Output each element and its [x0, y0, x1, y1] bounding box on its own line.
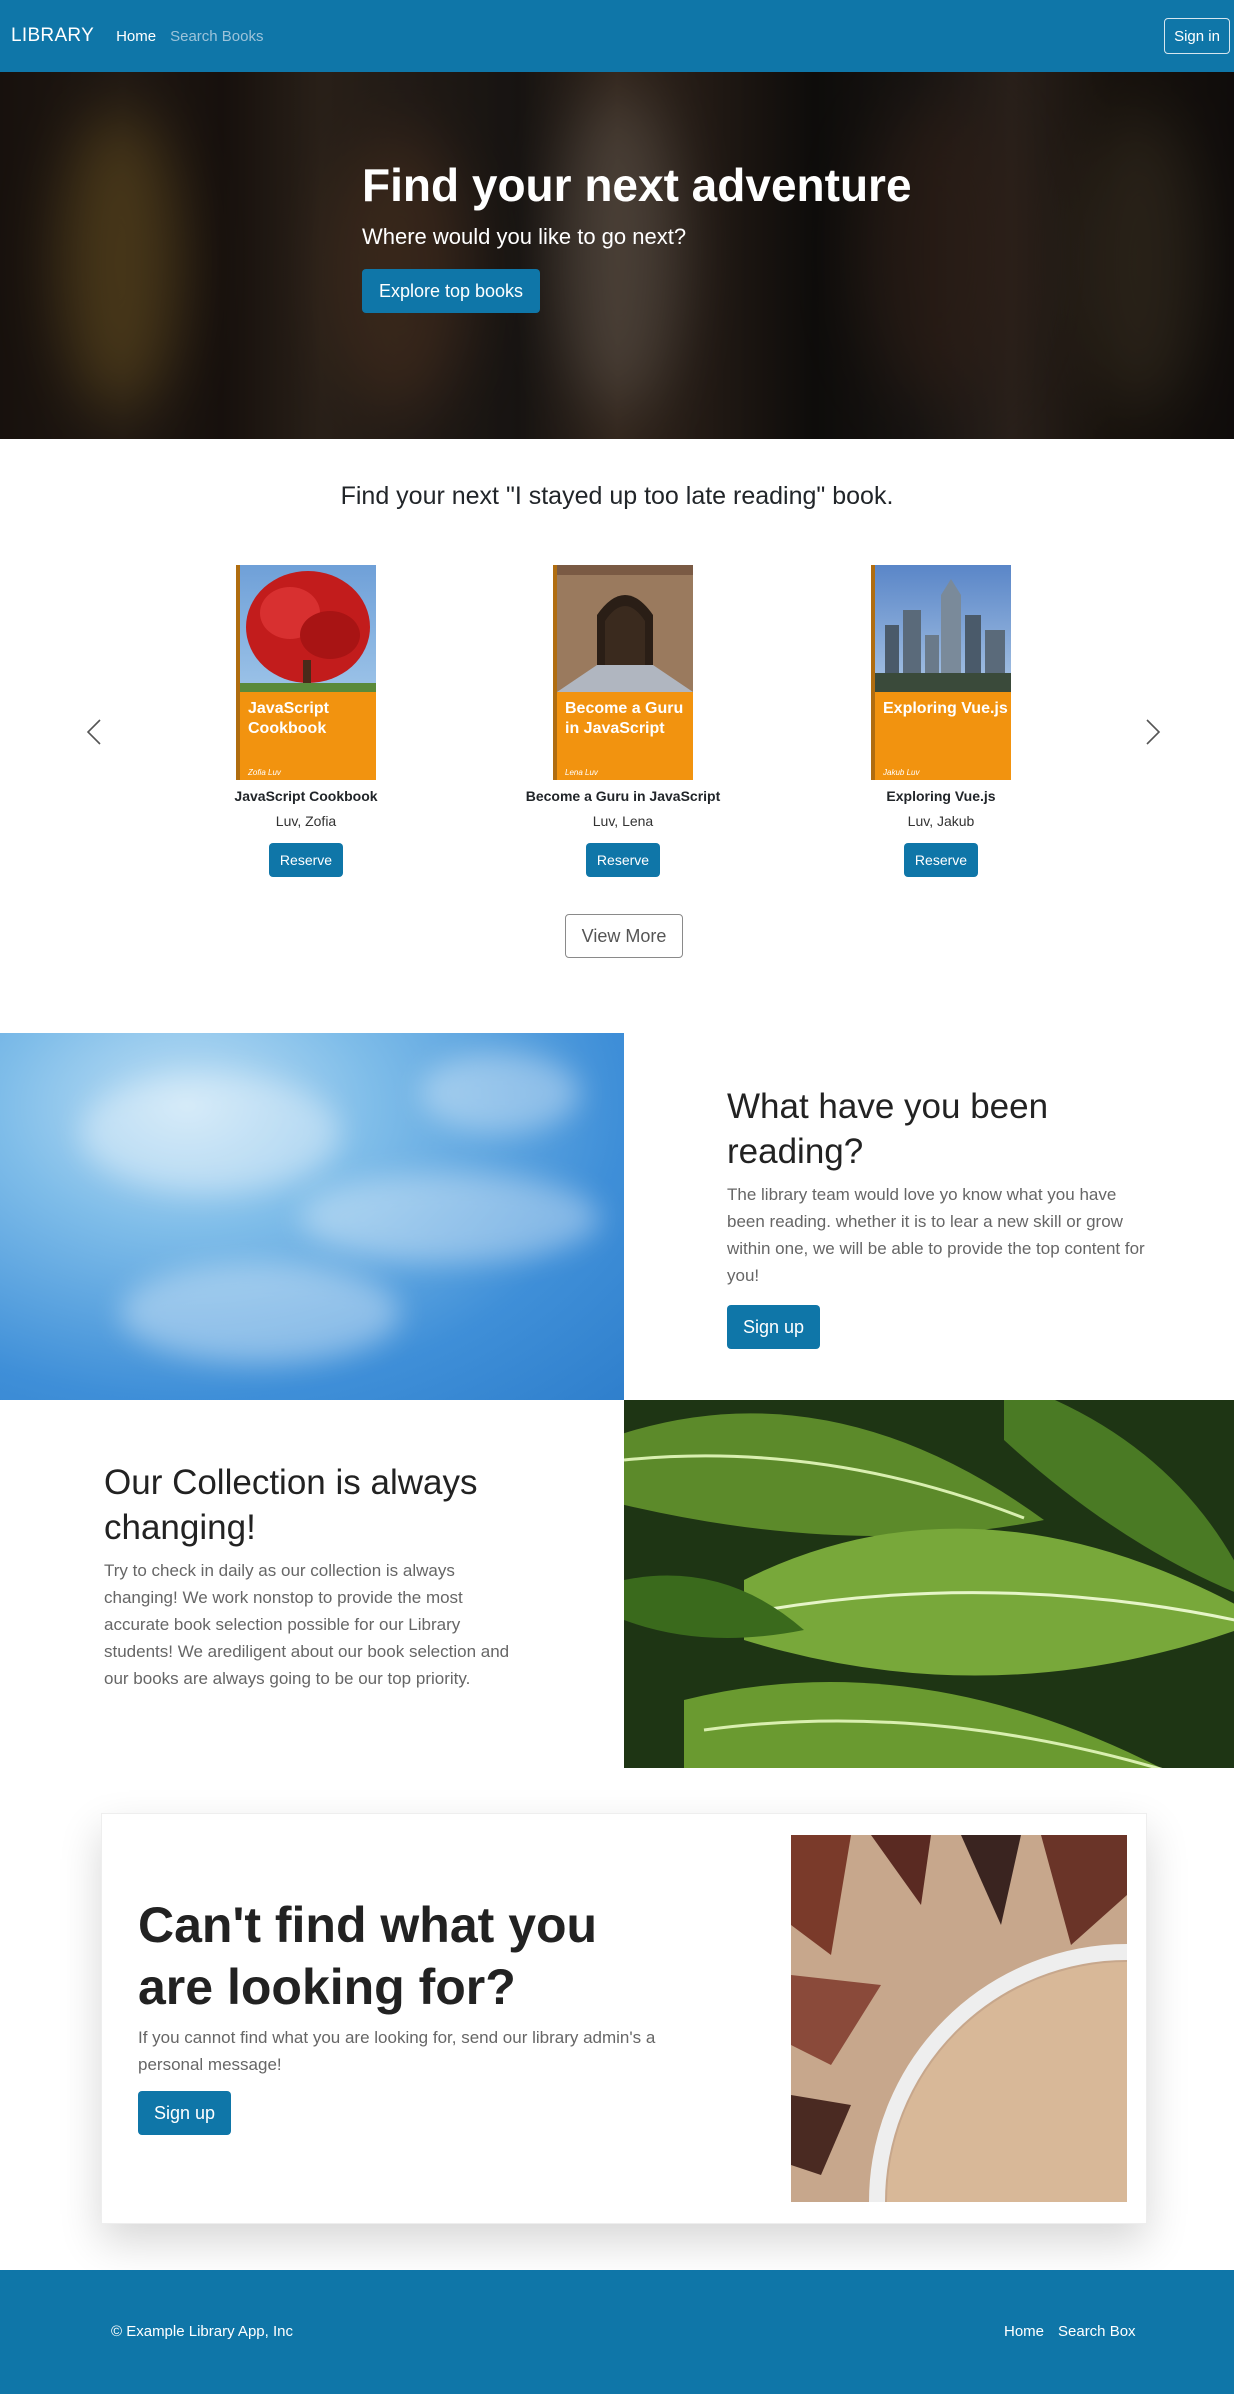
book-title[interactable]: Become a Guru in JavaScript — [498, 788, 748, 804]
book-card: Become a Guru in JavaScript Lena Luv Bec… — [498, 565, 748, 877]
book-author: Luv, Jakub — [907, 813, 975, 829]
page-footer: © Example Library App, Inc Home Search B… — [0, 2270, 1234, 2394]
chevron-left-icon — [86, 719, 101, 745]
copyright-text: © Example Library App, Inc — [111, 2323, 293, 2340]
footer-link-search-box[interactable]: Search Box — [1058, 2323, 1136, 2340]
leaves-illustration — [624, 1400, 1234, 1768]
reserve-button[interactable]: Reserve — [269, 843, 343, 877]
hero-banner: Find your next adventure Where would you… — [0, 72, 1234, 439]
cover-title: Become a Guru in JavaScript — [565, 700, 684, 737]
nav-link-home[interactable]: Home — [116, 28, 156, 45]
brand-logo[interactable]: LIBRARY — [11, 25, 94, 47]
explore-top-books-button[interactable]: Explore top books — [362, 269, 540, 313]
cloud-shape — [420, 1053, 580, 1133]
cloud-shape — [120, 1263, 400, 1363]
collection-section-text: Try to check in daily as our collection … — [104, 1561, 510, 1688]
sky-image — [0, 1033, 624, 1400]
top-navbar: LIBRARY Home Search Books Sign in — [0, 0, 1234, 72]
sign-in-button[interactable]: Sign in — [1164, 18, 1230, 54]
book-title[interactable]: Exploring Vue.js — [816, 788, 1066, 804]
hero-subtitle: Where would you like to go next? — [362, 224, 687, 249]
cover-title: JavaScript Cookbook — [248, 700, 329, 737]
book-author: Luv, Zofia — [275, 813, 337, 829]
cover-author: Lena Luv — [565, 768, 598, 777]
book-cover-image[interactable]: Become a Guru in JavaScript Lena Luv — [553, 565, 693, 780]
tree-illustration — [240, 571, 376, 692]
book-title[interactable]: JavaScript Cookbook — [181, 788, 431, 804]
reading-sign-up-button[interactable]: Sign up — [727, 1305, 820, 1349]
book-card: Exploring Vue.js Jakub Luv Exploring Vue… — [816, 565, 1066, 877]
cover-title: Exploring Vue.js — [883, 700, 1008, 717]
cta-text: If you cannot find what you are looking … — [138, 2028, 656, 2074]
cta-sign-up-button[interactable]: Sign up — [138, 2091, 231, 2135]
cover-sky — [240, 565, 376, 692]
cover-sky — [875, 565, 1011, 692]
cloud-shape — [80, 1073, 340, 1193]
reading-section-title: What have you been reading? — [727, 1087, 1049, 1171]
books-heading: Find your next "I stayed up too late rea… — [340, 482, 894, 510]
view-more-button[interactable]: View More — [565, 914, 683, 958]
hero-overlay — [0, 72, 1234, 439]
book-author: Luv, Lena — [592, 813, 654, 829]
contact-card: Can't find what you are looking for? If … — [101, 1813, 1147, 2224]
hero-title: Find your next adventure — [362, 159, 912, 211]
decor-illustration — [791, 1835, 1127, 2202]
decor-image — [791, 1835, 1127, 2202]
carousel-prev-button[interactable] — [74, 712, 114, 752]
plant-image — [624, 1400, 1234, 1768]
cloud-shape — [300, 1173, 600, 1263]
reading-section-text: The library team would love yo know what… — [727, 1185, 1145, 1285]
carousel-next-button[interactable] — [1133, 712, 1173, 752]
reserve-button[interactable]: Reserve — [904, 843, 978, 877]
cover-author: Zofia Luv — [248, 768, 281, 777]
collection-section-title: Our Collection is always changing! — [104, 1463, 478, 1547]
archway-illustration — [557, 565, 693, 692]
cover-photo — [557, 565, 693, 692]
book-card: JavaScript Cookbook Zofia Luv JavaScript… — [181, 565, 431, 877]
book-cover-image[interactable]: Exploring Vue.js Jakub Luv — [871, 565, 1011, 780]
nav-link-search-books[interactable]: Search Books — [170, 28, 263, 45]
book-cover-image[interactable]: JavaScript Cookbook Zofia Luv — [236, 565, 376, 780]
reserve-button[interactable]: Reserve — [586, 843, 660, 877]
cta-title: Can't find what you are looking for? — [138, 1897, 598, 2015]
footer-link-home[interactable]: Home — [1004, 2323, 1044, 2340]
chevron-right-icon — [1146, 719, 1161, 745]
skyline-illustration — [875, 579, 1011, 692]
cover-author: Jakub Luv — [883, 768, 920, 777]
